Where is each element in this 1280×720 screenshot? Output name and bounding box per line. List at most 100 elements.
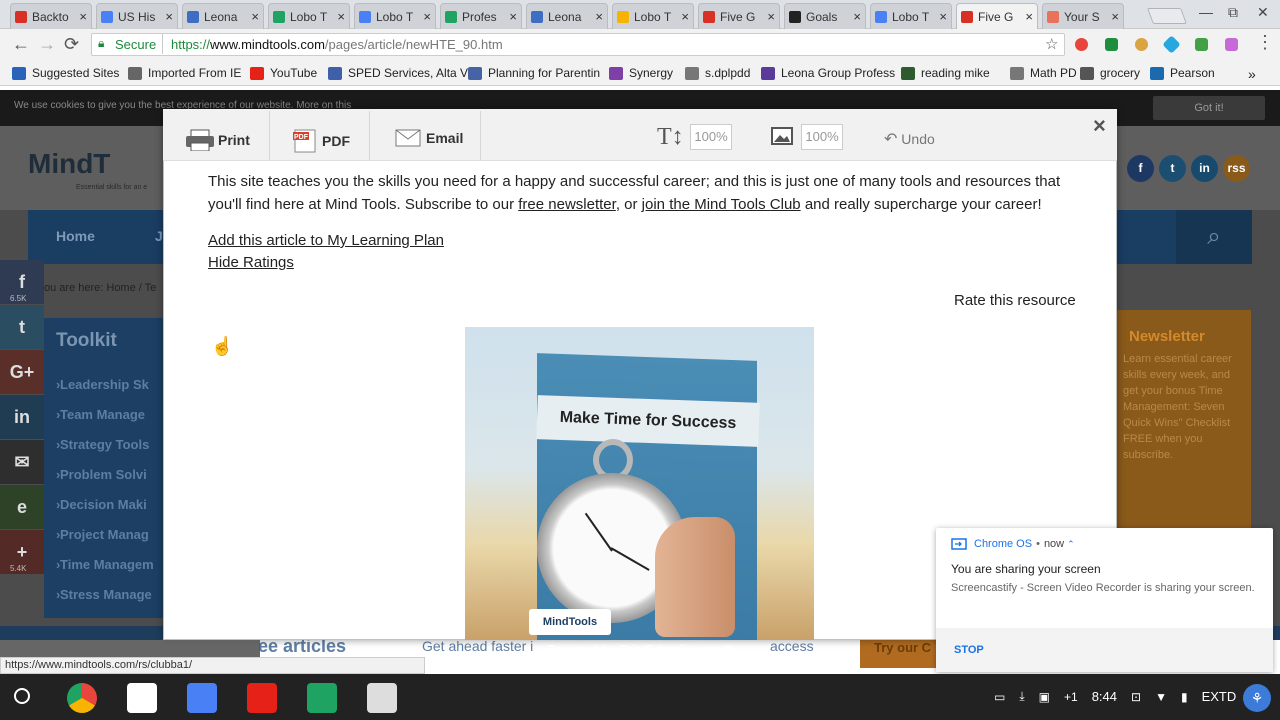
tab-close-icon[interactable]: × — [1025, 9, 1033, 24]
menu-icon[interactable]: ⋮ — [1256, 33, 1274, 51]
powered-by-label[interactable]: Powered by PrintFriendly.com © — [547, 642, 733, 657]
print-button[interactable]: Print — [185, 129, 250, 151]
stop-sharing-button[interactable]: STOP — [954, 644, 984, 656]
social-top-1[interactable]: t — [1159, 155, 1186, 182]
tab-10[interactable]: Lobo T × — [870, 3, 952, 29]
extension-icon-5[interactable] — [1195, 38, 1208, 51]
image-size-icon[interactable] — [771, 127, 793, 145]
toolkit-item[interactable]: Stress Manage — [60, 587, 152, 602]
screen-icon[interactable]: ▭ — [994, 690, 1005, 704]
tab-close-icon[interactable]: × — [251, 9, 259, 24]
cast-tray-icon[interactable]: ⊡ — [1131, 690, 1141, 704]
tab-close-icon[interactable]: × — [509, 9, 517, 24]
minimize-icon[interactable]: — — [1199, 4, 1213, 20]
social-side-2[interactable]: G+ — [0, 350, 44, 394]
tab-2[interactable]: Leona × — [182, 3, 264, 29]
toolkit-item[interactable]: Decision Maki — [60, 497, 147, 512]
tab-8[interactable]: Five G × — [698, 3, 780, 29]
bookmark-2[interactable]: YouTube — [250, 66, 317, 80]
tab-3[interactable]: Lobo T × — [268, 3, 350, 29]
tab-0[interactable]: Backto × — [10, 3, 92, 29]
gmail-icon[interactable] — [127, 683, 157, 713]
bookmark-star-icon[interactable]: ☆ — [1045, 35, 1058, 53]
nav-j-link[interactable]: J — [155, 228, 163, 244]
add-learning-plan-link[interactable]: Add this article to My Learning Plan — [208, 232, 444, 249]
tab-close-icon[interactable]: × — [165, 9, 173, 24]
bookmark-8[interactable]: reading mike — [901, 66, 990, 80]
tab-4[interactable]: Lobo T × — [354, 3, 436, 29]
extension-icon-1[interactable] — [1075, 38, 1088, 51]
rate-resource-label[interactable]: Rate this resource — [954, 292, 1076, 309]
tab-5[interactable]: Profes × — [440, 3, 522, 29]
new-tab-button[interactable] — [1147, 8, 1187, 24]
toolkit-item[interactable]: Time Managem — [60, 557, 154, 572]
text-size-value[interactable]: 100% — [690, 124, 732, 150]
maximize-icon[interactable]: ⧉ — [1228, 4, 1238, 21]
reload-icon[interactable]: ⟳ — [64, 35, 79, 53]
social-side-4[interactable]: ✉ — [0, 440, 44, 484]
text-size-icon[interactable]: T↕ — [657, 124, 684, 151]
forward-icon[interactable]: → — [38, 35, 56, 53]
back-icon[interactable]: ← — [12, 35, 30, 53]
social-side-1[interactable]: t — [0, 305, 44, 349]
tab-9[interactable]: Goals × — [784, 3, 866, 29]
tab-close-icon[interactable]: × — [1111, 9, 1119, 24]
tab-close-icon[interactable]: × — [423, 9, 431, 24]
bookmark-3[interactable]: SPED Services, Alta V — [328, 66, 468, 80]
secure-label[interactable]: Secure — [115, 37, 156, 52]
toolkit-item[interactable]: Leadership Sk — [60, 377, 149, 392]
bookmark-11[interactable]: Pearson — [1150, 66, 1215, 80]
free-newsletter-link[interactable]: free newsletter — [518, 196, 616, 213]
toolkit-item[interactable]: Project Manag — [60, 527, 149, 542]
url-text[interactable]: https://www.mindtools.com/pages/article/… — [171, 37, 503, 52]
toolkit-item[interactable]: Problem Solvi — [60, 467, 147, 482]
chrome-icon[interactable] — [67, 683, 97, 713]
docs-icon[interactable] — [187, 683, 217, 713]
bookmark-0[interactable]: Suggested Sites — [12, 66, 119, 80]
got-it-button[interactable]: Got it! — [1153, 96, 1265, 120]
bookmark-7[interactable]: Leona Group Profess — [761, 66, 895, 80]
social-top-3[interactable]: rss — [1223, 155, 1250, 182]
tree-app-icon[interactable] — [367, 683, 397, 713]
bookmark-1[interactable]: Imported From IE — [128, 66, 241, 80]
notification-count[interactable]: +1 — [1064, 690, 1078, 704]
social-side-5[interactable]: e — [0, 485, 44, 529]
image-icon[interactable]: ▣ — [1039, 690, 1050, 704]
ime-indicator[interactable]: EXTD — [1202, 689, 1237, 704]
social-top-0[interactable]: f — [1127, 155, 1154, 182]
tab-close-icon[interactable]: × — [595, 9, 603, 24]
undo-button[interactable]: ↶ Undo — [884, 129, 935, 149]
tab-7[interactable]: Lobo T × — [612, 3, 694, 29]
classroom-icon[interactable] — [307, 683, 337, 713]
youtube-icon[interactable] — [247, 683, 277, 713]
tab-11[interactable]: Five G × — [956, 3, 1038, 29]
bookmarks-more-icon[interactable]: » — [1248, 66, 1256, 82]
toolkit-item[interactable]: Team Manage — [60, 407, 145, 422]
tab-close-icon[interactable]: × — [767, 9, 775, 24]
close-window-icon[interactable]: ✕ — [1257, 4, 1269, 21]
email-button[interactable]: Email — [395, 129, 463, 147]
social-top-2[interactable]: in — [1191, 155, 1218, 182]
extension-icon-3[interactable] — [1135, 38, 1148, 51]
extension-icon-6[interactable] — [1225, 38, 1238, 51]
hide-ratings-link[interactable]: Hide Ratings — [208, 254, 294, 271]
wifi-icon[interactable]: ▼ — [1155, 690, 1167, 704]
bookmark-10[interactable]: grocery — [1080, 66, 1140, 80]
toolkit-item[interactable]: Strategy Tools — [60, 437, 149, 452]
tab-close-icon[interactable]: × — [79, 9, 87, 24]
tab-12[interactable]: Your S × — [1042, 3, 1124, 29]
site-logo[interactable]: MindT — [28, 148, 110, 180]
nav-home-link[interactable]: Home — [56, 228, 95, 244]
extension-icon-2[interactable] — [1105, 38, 1118, 51]
bookmark-5[interactable]: Synergy — [609, 66, 673, 80]
launcher-icon[interactable] — [14, 688, 30, 704]
join-club-link[interactable]: join the Mind Tools Club — [642, 196, 801, 213]
bookmark-4[interactable]: Planning for Parentin — [468, 66, 600, 80]
clock[interactable]: 8:44 — [1092, 689, 1117, 704]
status-tray[interactable]: ▭ ⤓ ▣ +1 8:44 ⊡ ▼ ▮ EXTD — [994, 689, 1236, 704]
avatar[interactable]: ⚘ — [1243, 684, 1271, 712]
social-side-3[interactable]: in — [0, 395, 44, 439]
site-search-icon[interactable]: ⌕ — [1176, 210, 1252, 264]
close-modal-icon[interactable]: × — [1093, 113, 1106, 139]
tab-close-icon[interactable]: × — [939, 9, 947, 24]
